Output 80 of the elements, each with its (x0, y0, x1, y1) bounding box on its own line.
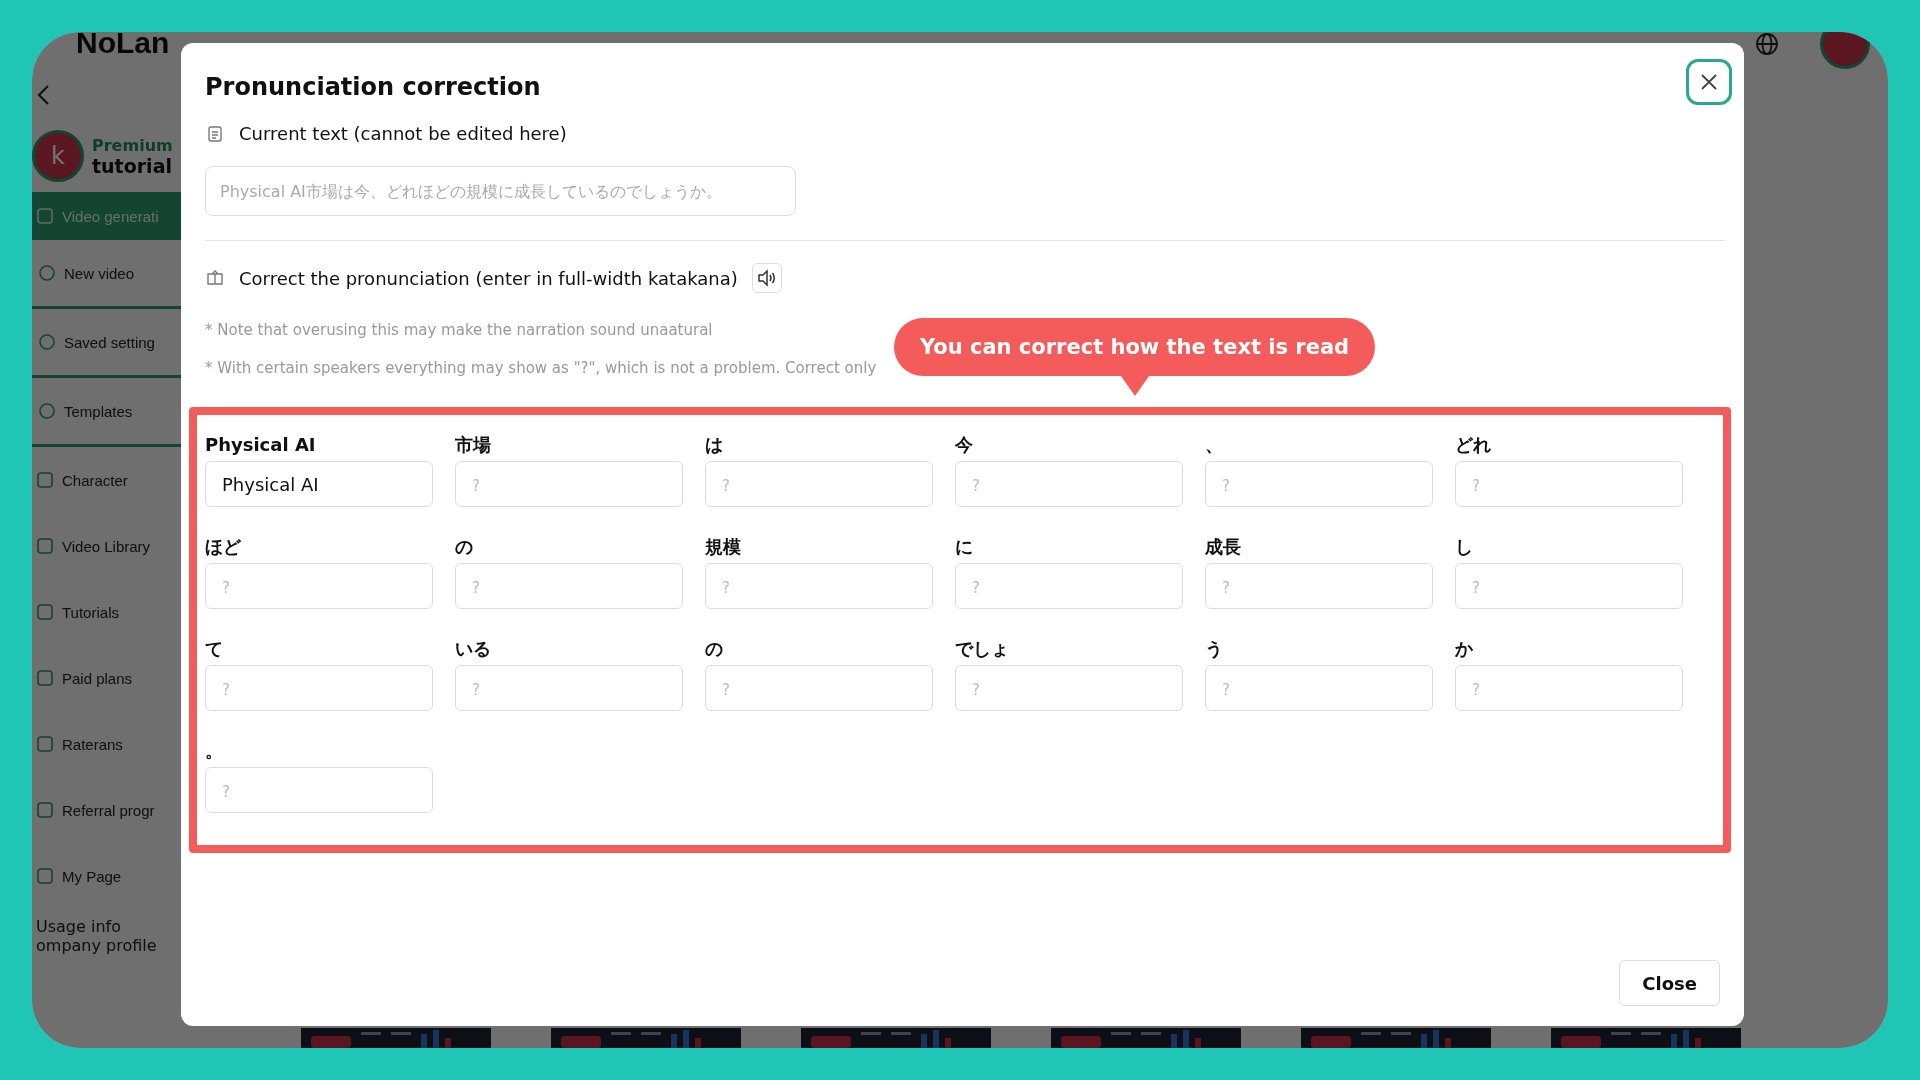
menu-icon (36, 801, 54, 819)
footer-link[interactable]: Usage info (36, 917, 181, 936)
token-label: ほど (205, 535, 242, 559)
sidebar-item[interactable]: Raterans (32, 711, 181, 777)
token-label: の (705, 637, 724, 661)
sidebar-item[interactable]: My Page (32, 843, 181, 909)
reading-field[interactable]: ? (455, 461, 683, 507)
document-icon (205, 123, 225, 144)
reading-field[interactable]: ? (705, 461, 933, 507)
token-label: か (1455, 637, 1474, 661)
menu-icon (36, 471, 54, 489)
menu-icon (36, 867, 54, 885)
reading-field[interactable]: ? (1455, 563, 1683, 609)
section-label: Correct the pronunciation (enter in full-width katakana) (239, 267, 738, 289)
token-label: 。 (205, 739, 224, 763)
reading-field[interactable]: ? (955, 461, 1183, 507)
reading-field[interactable]: ? (205, 563, 433, 609)
book-icon (205, 268, 225, 288)
close-button[interactable]: Close (1619, 960, 1720, 1006)
menu-icon (36, 735, 54, 753)
token-label: 成長 (1205, 535, 1242, 559)
note-text: * With certain speakers everything may show as "?", which is not a problem. Correct only (205, 359, 878, 377)
reading-field[interactable]: ? (1205, 461, 1433, 507)
reading-field[interactable]: ? (455, 665, 683, 711)
token-label: う (1205, 637, 1224, 661)
user-name: tutorial (92, 154, 173, 177)
token-label: に (955, 535, 974, 559)
menu-icon (38, 402, 56, 420)
current-text-field[interactable]: Physical AI市場は今、どれほどの規模に成長しているのでしょうか。 (205, 166, 796, 216)
token-label: し (1455, 535, 1474, 559)
token-label: どれ (1455, 433, 1492, 457)
token-label: Physical AI (205, 433, 317, 457)
token-label: いる (455, 637, 492, 661)
sidebar-item[interactable]: Paid plans (32, 645, 181, 711)
note-text: * Note that overusing this may make the narration sound unaatural (205, 321, 714, 339)
reading-field[interactable]: Physical AI (205, 461, 433, 507)
reading-field[interactable]: ? (205, 767, 433, 813)
token-label: 市場 (455, 433, 492, 457)
reading-field[interactable]: ? (455, 563, 683, 609)
menu-icon (36, 207, 54, 225)
reading-field[interactable]: ? (1205, 563, 1433, 609)
back-icon[interactable] (36, 84, 50, 106)
menu-icon (36, 537, 54, 555)
reading-field[interactable]: ? (205, 665, 433, 711)
menu-icon (36, 669, 54, 687)
reading-field[interactable]: ? (705, 563, 933, 609)
plan-label: Premium (92, 135, 173, 155)
reading-field[interactable]: ? (1455, 461, 1683, 507)
app-logo: NoLan (75, 32, 171, 60)
token-label: 今 (955, 433, 974, 457)
token-label: は (705, 433, 724, 457)
sidebar-item[interactable]: Tutorials (32, 579, 181, 645)
tooltip-pointer (1120, 376, 1149, 396)
speaker-button[interactable] (751, 263, 782, 293)
menu-icon (38, 333, 56, 351)
token-label: 、 (1205, 433, 1224, 457)
token-label: でしょ (955, 637, 1010, 661)
reading-field[interactable]: ? (955, 563, 1183, 609)
sidebar-item[interactable]: Video generati (32, 192, 181, 240)
close-button[interactable] (1686, 59, 1732, 105)
close-icon (1700, 73, 1718, 91)
reading-field[interactable]: ? (1455, 665, 1683, 711)
sidebar-item[interactable]: Character (32, 447, 181, 513)
dialog-title: Pronunciation correction (205, 73, 541, 101)
reading-field[interactable]: ? (1205, 665, 1433, 711)
reading-field[interactable]: ? (955, 665, 1183, 711)
globe-icon[interactable] (1754, 32, 1780, 57)
sidebar-item[interactable]: Referral progr (32, 777, 181, 843)
speaker-icon (756, 269, 777, 287)
menu-icon (38, 264, 56, 282)
section-label: Current text (cannot be edited here) (239, 123, 567, 144)
token-label: の (455, 535, 474, 559)
token-label: 規模 (705, 535, 742, 559)
footer-link[interactable]: ompany profile (36, 936, 181, 955)
token-label: て (205, 637, 224, 661)
user-avatar[interactable]: k (32, 130, 84, 182)
reading-field[interactable]: ? (705, 665, 933, 711)
user-avatar[interactable] (1820, 32, 1870, 69)
menu-icon (36, 603, 54, 621)
sidebar-item[interactable]: Video Library (32, 513, 181, 579)
